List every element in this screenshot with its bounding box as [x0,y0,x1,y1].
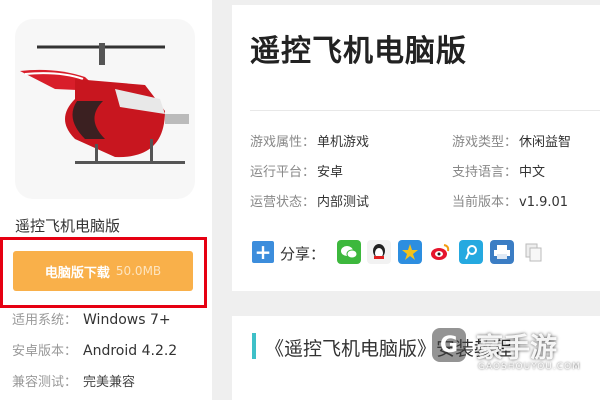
attr-value: 安卓 [317,165,344,180]
share-label: 分享： [280,245,326,263]
attr-game-property: 游戏属性： 单机游戏 [250,131,369,150]
section-accent-bar [252,333,256,359]
qzone-icon[interactable] [398,240,422,264]
attr-label: 支持语言： [452,165,518,180]
info-value: Android 4.2.2 [83,343,178,359]
attr-label: 当前版本： [452,195,518,210]
attr-label: 运营状态： [250,195,316,210]
watermark: G 豪手游 GAOSHOUYOU.COM [432,326,600,396]
info-row-android: 安卓版本： Android 4.2.2 [12,340,177,359]
download-label: 电脑版下载 [44,265,110,281]
info-label: 安卓版本： [12,344,78,359]
page-title: 遥控飞机电脑版 [250,34,467,69]
helicopter-icon [20,43,189,164]
share-plus-icon[interactable]: + [252,241,274,263]
info-row-system: 适用系统： Windows 7+ [12,309,171,328]
info-label: 适用系统： [12,313,78,328]
attr-value: v1.9.01 [519,195,569,210]
qq-icon[interactable] [367,240,391,264]
wechat-icon[interactable] [337,240,361,264]
attr-value: 休闲益智 [519,135,572,150]
divider [250,110,600,111]
attr-value: 内部测试 [317,195,370,210]
app-thumbnail[interactable] [15,19,195,199]
watermark-url: GAOSHOUYOU.COM [478,362,581,372]
info-row-compat: 兼容测试： 完美兼容 [12,371,135,390]
app-name: 遥控飞机电脑版 [15,217,121,235]
tencent-weibo-icon[interactable] [459,240,483,264]
attr-label: 游戏类型： [452,135,518,150]
weibo-icon[interactable] [428,240,452,264]
watermark-name: 豪手游 [476,333,557,364]
attr-language: 支持语言： 中文 [452,161,545,180]
download-size: 50.0MB [115,264,162,278]
attr-game-type: 游戏类型： 休闲益智 [452,131,571,150]
copy-icon[interactable] [521,240,545,264]
print-icon[interactable] [490,240,514,264]
info-value: 完美兼容 [83,375,136,390]
attr-value: 单机游戏 [317,135,370,150]
info-label: 兼容测试： [12,375,78,390]
attr-version: 当前版本： v1.9.01 [452,191,568,210]
info-value: Windows 7+ [83,312,171,328]
attr-label: 运行平台： [250,165,316,180]
attr-platform: 运行平台： 安卓 [250,161,343,180]
attr-label: 游戏属性： [250,135,316,150]
attr-value: 中文 [519,165,546,180]
watermark-logo-icon: G [432,328,466,362]
download-button[interactable]: 电脑版下载 50.0MB [13,251,193,291]
attr-status: 运营状态： 内部测试 [250,191,369,210]
